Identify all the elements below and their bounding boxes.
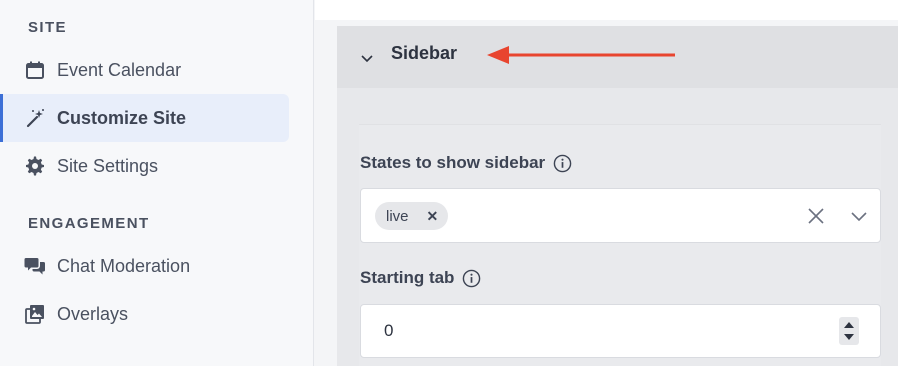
sidebar-item-label: Site Settings bbox=[57, 155, 159, 176]
state-chip-live: live ✕ bbox=[375, 202, 449, 230]
magic-wand-icon bbox=[24, 107, 46, 129]
chip-label: live bbox=[386, 207, 409, 225]
sidebar-section-site-title: SITE bbox=[28, 19, 67, 36]
images-icon bbox=[24, 303, 46, 325]
sidebar-item-customize-site[interactable]: Customize Site bbox=[0, 94, 289, 142]
annotation-arrow bbox=[487, 46, 675, 64]
sidebar-item-label: Customize Site bbox=[57, 107, 187, 128]
main-content: Sidebar States to show sidebar live ✕ St… bbox=[315, 0, 898, 366]
chevron-down-icon[interactable] bbox=[359, 50, 375, 66]
chevron-down-icon[interactable] bbox=[850, 210, 868, 222]
panel-header[interactable]: Sidebar bbox=[337, 26, 898, 88]
states-field-label: States to show sidebar bbox=[360, 153, 546, 172]
panel-title: Sidebar bbox=[391, 43, 458, 63]
sidebar-item-label: Overlays bbox=[57, 303, 129, 324]
starting-tab-input[interactable]: 0 bbox=[360, 304, 881, 358]
info-icon[interactable] bbox=[462, 269, 481, 288]
chip-remove-icon[interactable]: ✕ bbox=[427, 208, 439, 225]
sidebar-item-chat-moderation[interactable]: Chat Moderation bbox=[0, 242, 289, 290]
starting-tab-label: Starting tab bbox=[360, 268, 455, 287]
sidebar-item-overlays[interactable]: Overlays bbox=[0, 290, 289, 338]
sidebar-item-label: Event Calendar bbox=[57, 59, 182, 80]
chat-bubbles-icon bbox=[24, 255, 46, 277]
number-stepper[interactable] bbox=[839, 317, 859, 345]
states-field-label-row: States to show sidebar bbox=[360, 153, 572, 173]
top-bar bbox=[315, 0, 898, 20]
sidebar-section-engagement-title: ENGAGEMENT bbox=[28, 215, 150, 232]
sidebar-item-site-settings[interactable]: Site Settings bbox=[0, 142, 289, 190]
clear-icon[interactable] bbox=[807, 207, 825, 225]
sidebar-item-event-calendar[interactable]: Event Calendar bbox=[0, 46, 289, 94]
starting-tab-value: 0 bbox=[384, 321, 394, 340]
states-multiselect[interactable]: live ✕ bbox=[360, 188, 881, 243]
sidebar: SITE Event Calendar Customize Site Site … bbox=[0, 0, 314, 366]
sidebar-item-label: Chat Moderation bbox=[57, 255, 191, 276]
starting-tab-label-row: Starting tab bbox=[360, 268, 481, 288]
gear-icon bbox=[24, 155, 46, 177]
info-icon[interactable] bbox=[553, 154, 572, 173]
calendar-icon bbox=[24, 59, 46, 81]
